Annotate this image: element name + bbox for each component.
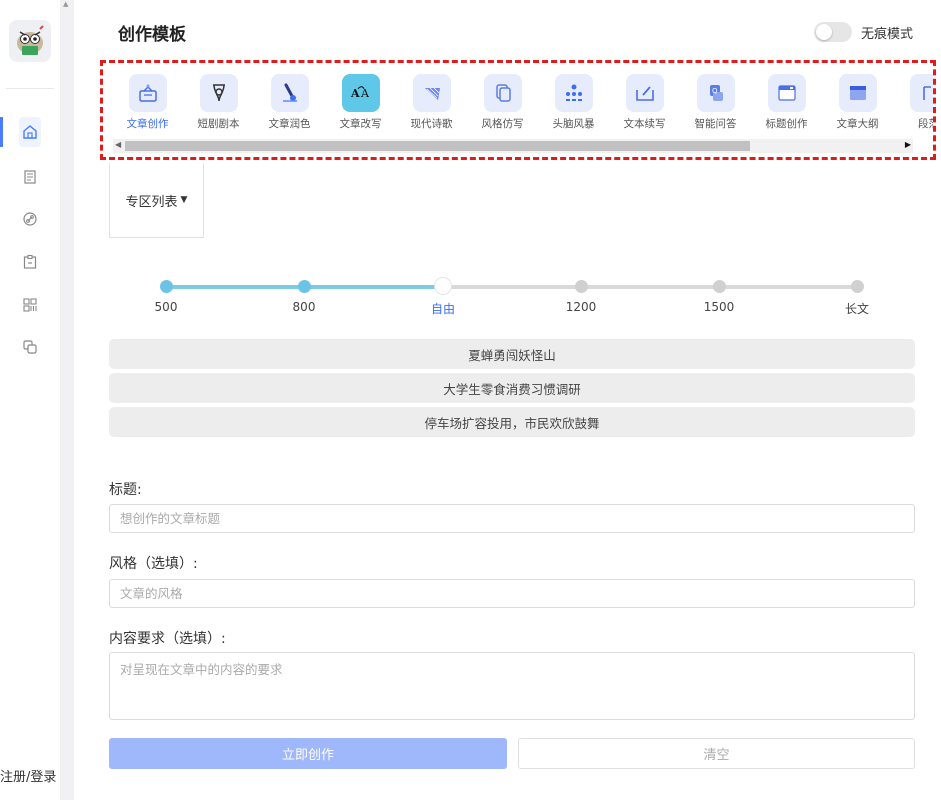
svg-text:Q: Q [712, 87, 718, 95]
template-article-create[interactable]: 文章创作 [112, 74, 183, 131]
nav-documents[interactable] [18, 165, 42, 189]
template-poetry[interactable]: 现代诗歌 [396, 74, 467, 131]
sidebar: 注册/登录 [0, 0, 60, 800]
caret-down-icon: ▼ [180, 195, 188, 205]
translate-icon: AA [341, 74, 380, 112]
template-label: 文本续写 [623, 118, 666, 130]
fan-icon [412, 74, 451, 112]
sidebar-divider [6, 88, 54, 89]
slider-stop[interactable] [851, 280, 864, 293]
scroll-up-arrow-icon[interactable]: ▲ [63, 0, 68, 8]
brush-icon [270, 74, 309, 112]
slider-label[interactable]: 800 [293, 300, 316, 314]
slider-stop[interactable] [160, 280, 173, 293]
slider-stop[interactable] [713, 280, 726, 293]
slider-label[interactable]: 1200 [566, 300, 597, 314]
template-polish[interactable]: 文章润色 [254, 74, 325, 131]
nav-apps[interactable] [18, 293, 42, 317]
document-list-icon [24, 170, 36, 184]
avatar[interactable] [9, 20, 51, 62]
slider-label[interactable]: 500 [155, 300, 178, 314]
copy-doc-icon [483, 74, 522, 112]
outline-icon [838, 74, 877, 112]
create-button[interactable]: 立即创作 [109, 738, 507, 769]
style-label: 风格（选填）: [109, 556, 198, 572]
template-brainstorm[interactable]: 头脑风暴 [538, 74, 609, 131]
template-label: 文章创作 [126, 118, 169, 130]
template-label: 段落 [918, 118, 933, 130]
nav-active-indicator [0, 117, 3, 147]
clipboard-icon [23, 254, 37, 269]
nav-copy[interactable] [18, 335, 42, 359]
template-continue[interactable]: 文本续写 [609, 74, 680, 131]
slider-label[interactable]: 1500 [704, 300, 735, 314]
paragraph-icon [909, 74, 933, 112]
slider-label[interactable]: 自由 [431, 300, 455, 317]
zone-list-label: 专区列表 [125, 194, 178, 210]
template-label: 头脑风暴 [552, 118, 595, 130]
template-outline[interactable]: 文章大纲 [822, 74, 893, 131]
slider-stop[interactable] [575, 280, 588, 293]
svg-text:A: A [360, 87, 370, 100]
title-input[interactable] [109, 504, 915, 533]
sidebar-scrollbar-track[interactable] [60, 0, 74, 800]
template-horizontal-scrollbar[interactable]: ◀ ▶ [113, 139, 913, 153]
title-label: 标题: [109, 482, 142, 498]
continue-write-icon [625, 74, 664, 112]
mascot-icon [17, 25, 44, 55]
incognito-label: 无痕模式 [861, 27, 914, 42]
clear-button[interactable]: 清空 [518, 738, 915, 769]
slider-label[interactable]: 长文 [845, 300, 869, 317]
template-label: 智能问答 [694, 118, 737, 130]
sample-prompt[interactable]: 夏蝉勇闯妖怪山 [109, 339, 915, 369]
nav-home[interactable] [19, 117, 41, 147]
template-label: 文章润色 [268, 118, 311, 130]
template-label: 风格仿写 [481, 118, 524, 130]
incognito-toggle[interactable] [814, 22, 852, 42]
slider-stop[interactable] [298, 280, 311, 293]
sample-prompt[interactable]: 停车场扩容投用，市民欢欣鼓舞 [109, 407, 915, 437]
qa-icon: Q [696, 74, 735, 112]
template-label: 现代诗歌 [410, 118, 453, 130]
template-qa[interactable]: Q 智能问答 [680, 74, 751, 131]
scroll-right-arrow-icon[interactable]: ▶ [905, 140, 911, 149]
link-icon [23, 212, 37, 226]
template-short-drama[interactable]: 短剧剧本 [183, 74, 254, 131]
style-input[interactable] [109, 579, 915, 608]
template-style-imitate[interactable]: 风格仿写 [467, 74, 538, 131]
article-create-icon [128, 74, 167, 112]
nav-links[interactable] [18, 207, 42, 231]
copy-layers-icon [23, 340, 37, 354]
toggle-knob [816, 24, 832, 40]
template-label: 标题创作 [765, 118, 808, 130]
template-label: 文章大纲 [836, 118, 879, 130]
content-textarea[interactable] [109, 652, 915, 720]
grid-apps-icon [23, 298, 37, 312]
scroll-left-arrow-icon[interactable]: ◀ [115, 140, 121, 149]
nav-clipboard[interactable] [18, 250, 42, 274]
length-slider-track[interactable] [166, 285, 858, 289]
content-label: 内容要求（选填）: [109, 631, 226, 647]
template-list: 文章创作 短剧剧本 文章润色 AA 文章改写 现代诗歌 风格仿写 头脑风暴 文本… [112, 74, 933, 131]
zone-list-dropdown[interactable]: 专区列表 ▼ [109, 163, 204, 238]
template-title[interactable]: 标题创作 [751, 74, 822, 131]
template-label: 短剧剧本 [197, 118, 240, 130]
slider-handle[interactable] [435, 278, 451, 294]
sample-prompt[interactable]: 大学生零食消费习惯调研 [109, 373, 915, 403]
page-title: 创作模板 [118, 25, 186, 45]
template-label: 文章改写 [339, 118, 382, 130]
home-icon [23, 125, 37, 139]
template-paragraph[interactable]: 段落 [893, 74, 933, 131]
brainstorm-icon [554, 74, 593, 112]
template-strip: 文章创作 短剧剧本 文章润色 AA 文章改写 现代诗歌 风格仿写 头脑风暴 文本… [100, 60, 936, 160]
login-link[interactable]: 注册/登录 [0, 766, 56, 785]
scrollbar-thumb[interactable] [125, 141, 750, 151]
template-rewrite[interactable]: AA 文章改写 [325, 74, 396, 131]
pen-nib-icon [199, 74, 238, 112]
title-window-icon [767, 74, 806, 112]
